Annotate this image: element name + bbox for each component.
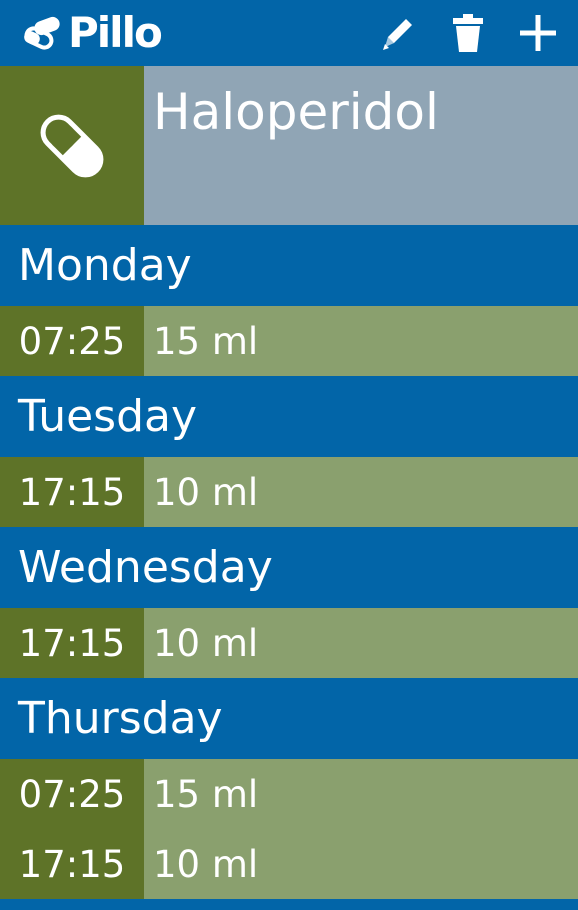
delete-button[interactable] bbox=[448, 12, 488, 54]
day-header-monday: Monday bbox=[0, 225, 578, 306]
dose-row[interactable]: 17:15 10 ml bbox=[0, 457, 578, 527]
medication-name-panel: Haloperidol bbox=[144, 66, 578, 225]
pencil-icon bbox=[383, 19, 412, 50]
day-label: Monday bbox=[18, 240, 192, 291]
medication-name: Haloperidol bbox=[153, 83, 439, 141]
dose-time: 17:15 bbox=[0, 608, 144, 678]
plus-icon bbox=[520, 15, 556, 51]
brand-name: Pillo bbox=[68, 8, 163, 57]
day-label: Wednesday bbox=[18, 542, 273, 593]
day-header-wednesday: Wednesday bbox=[0, 527, 578, 608]
day-label: Thursday bbox=[18, 693, 223, 744]
app-screen: Pillo Haloperidol Monday 07:25 15 ml Tue… bbox=[0, 0, 578, 910]
dose-row[interactable]: 07:25 15 ml bbox=[0, 306, 578, 376]
add-button[interactable] bbox=[518, 12, 558, 54]
top-app-bar: Pillo bbox=[0, 0, 578, 66]
dose-time: 07:25 bbox=[0, 306, 144, 376]
pills-logo-icon bbox=[24, 16, 60, 50]
dose-amount: 10 ml bbox=[144, 608, 578, 678]
dose-row[interactable]: 07:25 15 ml bbox=[0, 759, 578, 829]
day-label: Tuesday bbox=[18, 391, 198, 442]
trash-icon bbox=[453, 14, 483, 52]
day-header-thursday: Thursday bbox=[0, 678, 578, 759]
dose-time: 17:15 bbox=[0, 829, 144, 899]
dose-amount: 15 ml bbox=[144, 306, 578, 376]
dose-amount: 10 ml bbox=[144, 829, 578, 899]
dose-amount: 10 ml bbox=[144, 457, 578, 527]
dose-row[interactable]: 17:15 10 ml bbox=[0, 608, 578, 678]
medication-header: Haloperidol bbox=[0, 66, 578, 225]
dose-amount: 15 ml bbox=[144, 759, 578, 829]
dose-time: 17:15 bbox=[0, 457, 144, 527]
dose-time: 07:25 bbox=[0, 759, 144, 829]
dose-row[interactable]: 17:15 10 ml bbox=[0, 829, 578, 899]
pill-capsule-icon bbox=[40, 114, 104, 177]
day-header-tuesday: Tuesday bbox=[0, 376, 578, 457]
dose-schedule: Monday 07:25 15 ml Tuesday 17:15 10 ml W… bbox=[0, 225, 578, 899]
medication-icon-tile bbox=[0, 66, 144, 225]
brand-logo: Pillo bbox=[22, 8, 163, 57]
edit-button[interactable] bbox=[378, 12, 418, 54]
